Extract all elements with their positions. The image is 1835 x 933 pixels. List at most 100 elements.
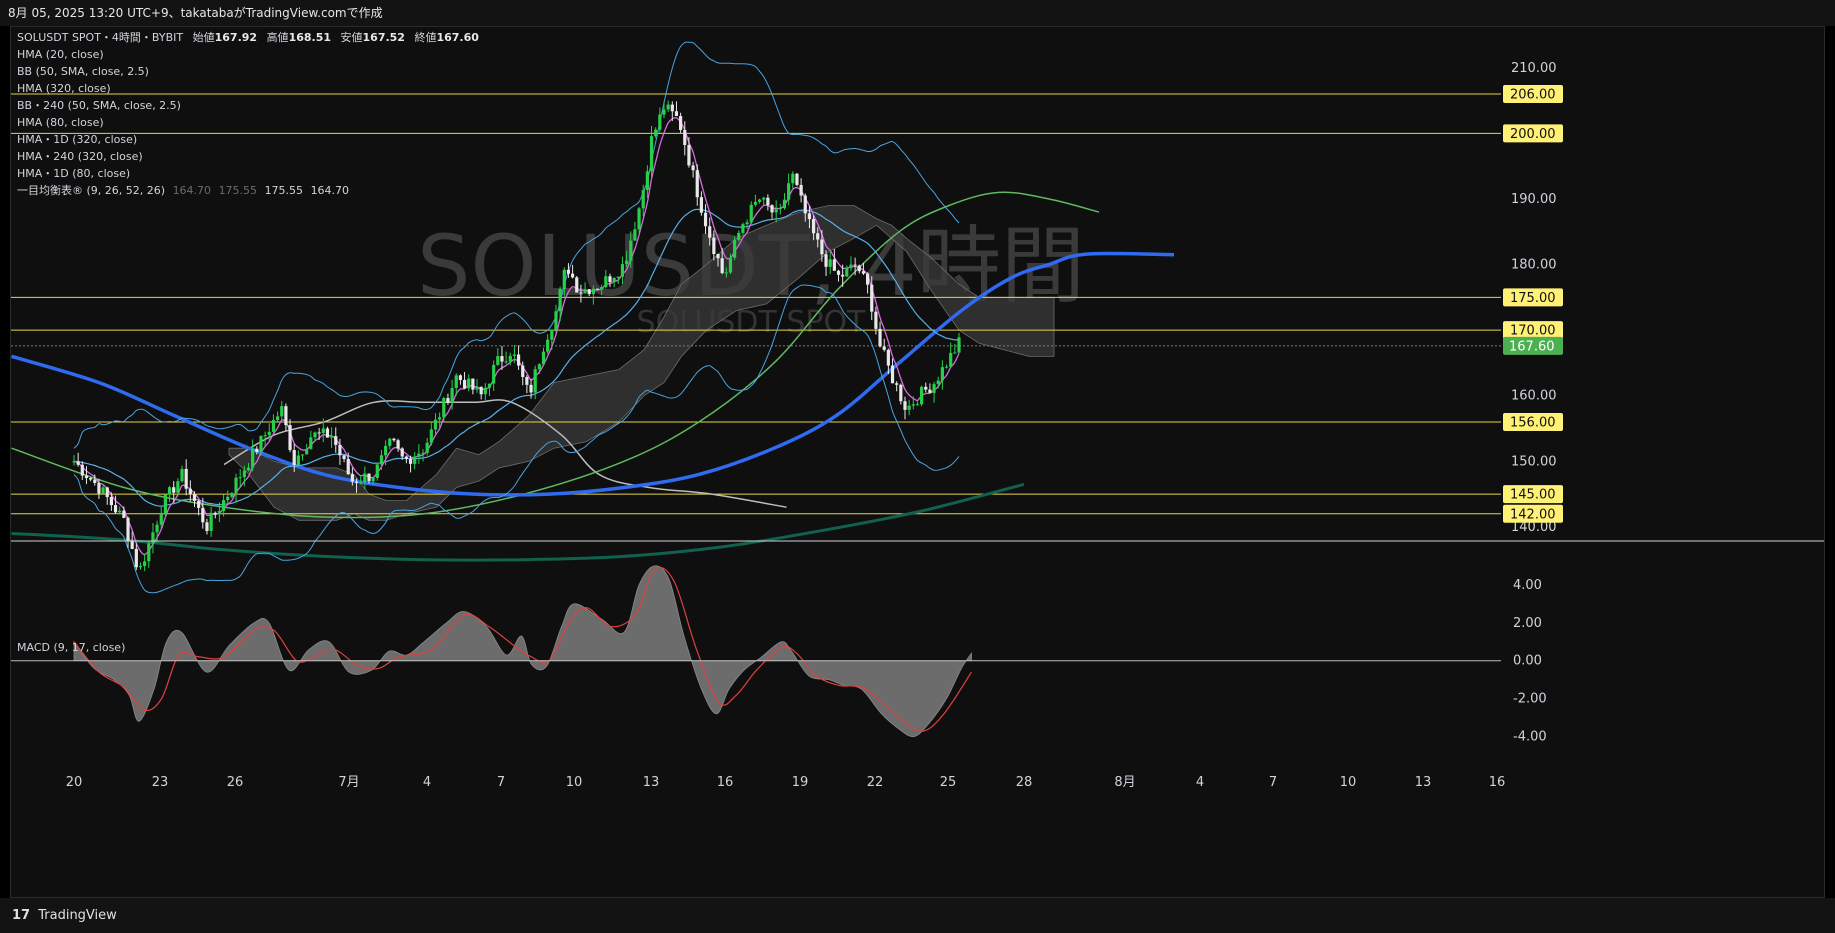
candle-body	[255, 448, 259, 452]
candle-body	[221, 500, 226, 511]
candle-body	[637, 208, 641, 230]
candle-body	[915, 404, 920, 406]
candle-body	[625, 260, 629, 265]
legend-indicator[interactable]: HMA・1D (320, close)	[17, 131, 479, 148]
time-tick-label: 13	[1415, 775, 1432, 790]
macd-tick-label: 0.00	[1513, 654, 1542, 669]
candle-body	[280, 406, 284, 417]
legend-macd[interactable]: MACD (9, 17, close)	[17, 639, 125, 656]
candle-body	[633, 229, 637, 241]
candle-body	[471, 378, 475, 390]
candle-body	[379, 455, 384, 465]
legend-indicator[interactable]: HMA・1D (80, close)	[17, 165, 479, 182]
price-tick-label: 180.00	[1511, 258, 1557, 273]
candle-body	[359, 482, 363, 484]
candle-body	[766, 197, 770, 206]
candle-body	[167, 487, 172, 495]
legend-indicator[interactable]: BB (50, SMA, close, 2.5)	[17, 63, 479, 80]
candle-body	[251, 448, 255, 468]
candle-body	[720, 258, 724, 274]
candle-body	[504, 361, 508, 363]
candle-body	[350, 474, 354, 482]
legend-ichimoku-value: 175.55	[264, 184, 304, 197]
candle-body	[695, 170, 699, 198]
candle-body	[749, 204, 753, 223]
candle-body	[346, 459, 350, 475]
candle-body	[658, 114, 662, 130]
candle-body	[101, 487, 105, 494]
candle-body	[217, 510, 222, 515]
level-price-label: 156.00	[1510, 415, 1556, 430]
candle-body	[940, 367, 944, 381]
time-tick-label: 26	[227, 775, 244, 790]
candle-body	[267, 431, 271, 436]
legend-indicator[interactable]: HMA (320, close)	[17, 80, 479, 97]
candle-body	[438, 417, 442, 420]
candle-body	[911, 404, 915, 406]
candle-body	[791, 173, 795, 184]
chart-header: 8月 05, 2025 13:20 UTC+9、takatabaがTrading…	[0, 0, 1835, 26]
candle-body	[118, 510, 122, 513]
candle-body	[230, 493, 234, 497]
legend-indicator[interactable]: HMA (80, close)	[17, 114, 479, 131]
candle-body	[662, 109, 666, 115]
legend: SOLUSDT SPOT・4時間・BYBIT 始値167.92 高値168.51…	[17, 29, 479, 199]
footer-brand[interactable]: TradingView	[38, 908, 117, 923]
candle-body	[305, 448, 309, 455]
legend-ichimoku-value: 164.70	[310, 184, 350, 197]
candle-body	[180, 468, 184, 482]
candle-body	[841, 274, 845, 277]
candle-body	[492, 364, 496, 384]
macd-tick-label: -2.00	[1513, 692, 1547, 707]
candle-body	[458, 375, 463, 380]
candle-body	[313, 432, 317, 438]
candle-body	[76, 461, 80, 465]
candle-body	[895, 383, 899, 385]
candle-body	[508, 355, 512, 362]
candle-body	[321, 428, 325, 433]
candle-body	[475, 386, 479, 390]
candle-body	[533, 369, 537, 393]
candle-body	[683, 129, 687, 146]
candle-body	[787, 183, 791, 200]
candle-body	[209, 512, 213, 531]
candle-body	[762, 197, 766, 200]
candle-body	[654, 129, 658, 137]
time-tick-label: 7	[497, 775, 505, 790]
tradingview-logo-icon[interactable]: 17	[12, 908, 30, 923]
macd-tick-label: -4.00	[1513, 730, 1547, 745]
candle-body	[575, 277, 579, 293]
legend-indicator[interactable]: BB・240 (50, SMA, close, 2.5)	[17, 97, 479, 114]
candle-body	[674, 111, 679, 117]
candle-body	[687, 145, 691, 166]
legend-symbol-row[interactable]: SOLUSDT SPOT・4時間・BYBIT 始値167.92 高値168.51…	[17, 29, 479, 46]
candle-body	[770, 205, 774, 213]
candle-body	[907, 405, 911, 410]
candle-body	[97, 483, 101, 494]
candle-body	[600, 287, 604, 290]
legend-indicator[interactable]: HMA (20, close)	[17, 46, 479, 63]
candle-body	[778, 208, 782, 210]
time-tick-label: 4	[1196, 775, 1204, 790]
candle-body	[342, 455, 346, 460]
candle-body	[845, 268, 849, 277]
candle-body	[728, 257, 733, 273]
candle-body	[882, 346, 886, 350]
candle-body	[828, 259, 832, 267]
candle-body	[388, 438, 392, 446]
time-tick-label: 28	[1016, 775, 1033, 790]
candle-body	[354, 481, 359, 483]
chart-frame[interactable]: SOLUSDT, 4時間 SOLUSDT SPOT 140.00 150.00 16…	[10, 26, 1825, 898]
candle-body	[649, 136, 654, 172]
candle-body	[932, 384, 936, 393]
candle-body	[541, 351, 546, 365]
candle-body	[396, 440, 400, 449]
legend-indicator[interactable]: HMA・240 (320, close)	[17, 148, 479, 165]
candle-body	[570, 273, 575, 278]
legend-ichimoku-row[interactable]: 一目均衡表® (9, 26, 52, 26) 164.70 175.55 175…	[17, 182, 479, 199]
candle-body	[234, 477, 238, 494]
candle-body	[205, 522, 209, 531]
candle-body	[587, 289, 591, 295]
candle-body	[753, 202, 758, 205]
candle-body	[300, 454, 305, 456]
